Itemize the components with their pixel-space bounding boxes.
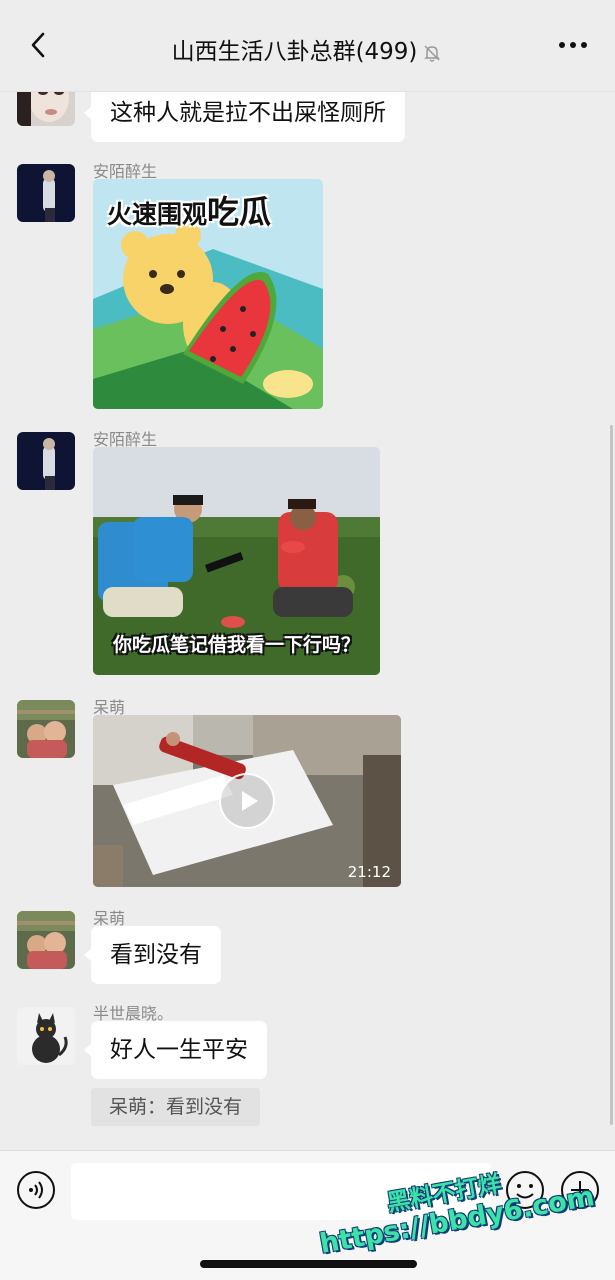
sticker-image[interactable]: 火速围观吃瓜 xyxy=(93,179,323,409)
avatar-image xyxy=(17,700,75,758)
scrollbar[interactable] xyxy=(610,425,613,1125)
video-duration: 21:12 xyxy=(347,863,391,881)
image-caption: 你吃瓜笔记借我看一下行吗？ xyxy=(112,634,360,656)
chat-title: 山西生活八卦总群(499) xyxy=(0,32,615,66)
message-bubble[interactable]: 这种人就是拉不出屎怪厕所 xyxy=(84,84,405,142)
avatar[interactable] xyxy=(17,1007,75,1065)
play-icon xyxy=(242,791,258,811)
more-dots-icon xyxy=(559,42,587,48)
more-options-button[interactable] xyxy=(555,31,591,59)
voice-button[interactable] xyxy=(16,1170,56,1210)
avatar[interactable] xyxy=(17,911,75,969)
avatar-image xyxy=(17,911,75,969)
avatar[interactable] xyxy=(17,700,75,758)
play-button[interactable] xyxy=(219,773,275,829)
home-indicator[interactable] xyxy=(200,1260,417,1268)
quoted-message[interactable]: 呆萌：看到没有 xyxy=(91,1088,261,1126)
sticker-text-1: 火速围观 xyxy=(107,200,208,229)
sticker-text: 火速围观吃瓜 xyxy=(107,187,271,233)
avatar[interactable] xyxy=(17,164,75,222)
avatar[interactable] xyxy=(17,432,75,490)
photo-message[interactable]: 你吃瓜笔记借我看一下行吗？ xyxy=(93,447,380,675)
group-name: 山西生活八卦总群(499) xyxy=(171,39,418,65)
avatar-image xyxy=(17,164,75,222)
message-bubble[interactable]: 好人一生平安 xyxy=(84,1021,267,1079)
mute-bell-icon xyxy=(421,42,443,64)
voice-icon xyxy=(17,1171,55,1209)
chat-area: 这种人就是拉不出屎怪厕所 安陌醉生 火速围观吃瓜 安陌醉生 你吃瓜笔记借我看一下… xyxy=(0,0,615,1150)
chat-header: 山西生活八卦总群(499) xyxy=(0,0,615,92)
sticker-text-2: 吃瓜 xyxy=(207,193,272,231)
avatar-image xyxy=(17,1007,75,1065)
avatar-image xyxy=(17,432,75,490)
message-bubble[interactable]: 看到没有 xyxy=(84,926,221,984)
video-message[interactable]: 21:12 xyxy=(93,715,401,887)
